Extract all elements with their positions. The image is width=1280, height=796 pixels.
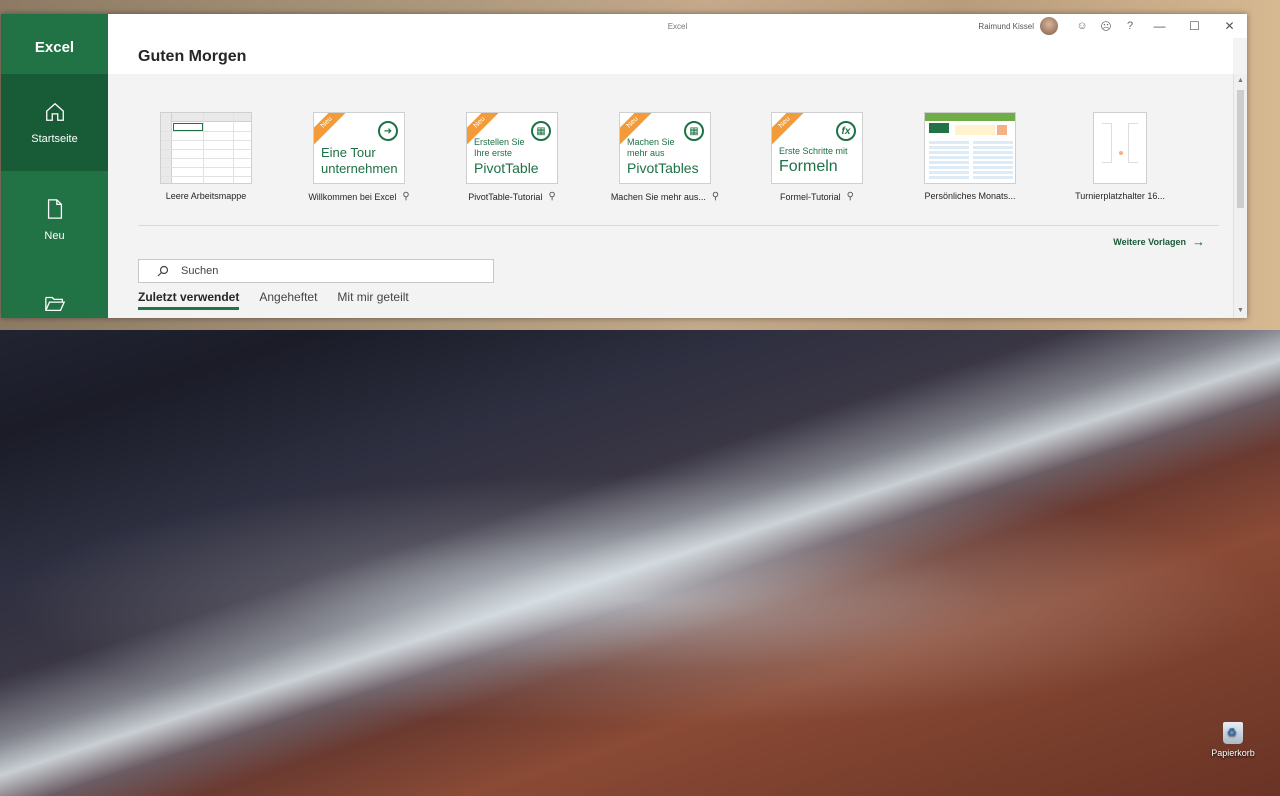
tab-shared[interactable]: Mit mir geteilt bbox=[337, 290, 408, 310]
file-tabs: Zuletzt verwendet Angeheftet Mit mir get… bbox=[138, 290, 409, 310]
close-icon[interactable]: ✕ bbox=[1212, 14, 1247, 38]
search-input[interactable]: Suchen bbox=[138, 259, 494, 283]
vertical-scrollbar[interactable]: ▲ ▼ bbox=[1233, 74, 1247, 318]
sidebar-item-label: Startseite bbox=[31, 132, 78, 145]
template-tournament-bracket[interactable]: Turnierplatzhalter 16... bbox=[1055, 112, 1185, 201]
app-name: Excel bbox=[34, 38, 75, 56]
page-title: Guten Morgen bbox=[138, 48, 247, 65]
template-thumbnail[interactable]: Neu ▦ Machen Sie mehr aus PivotTables bbox=[619, 112, 711, 184]
open-folder-icon bbox=[44, 296, 65, 311]
thumb-text: Erste Schritte mit bbox=[779, 145, 848, 156]
template-thumbnail[interactable]: Neu ➜ Eine Tour unternehmen bbox=[313, 112, 405, 184]
template-gallery: Leere Arbeitsmappe Neu ➜ Eine Tour unter… bbox=[108, 112, 1218, 212]
template-blank-workbook[interactable]: Leere Arbeitsmappe bbox=[141, 112, 271, 201]
arrow-right-icon: ➜ bbox=[378, 121, 398, 141]
user-name[interactable]: Raimund Kissel bbox=[978, 22, 1034, 31]
more-templates-link[interactable]: Weitere Vorlagen → bbox=[1113, 234, 1205, 249]
template-formula-tutorial[interactable]: Neu fx Erste Schritte mit Formeln Formel… bbox=[752, 112, 882, 202]
template-more-pivottables[interactable]: Neu ▦ Machen Sie mehr aus PivotTables Ma… bbox=[600, 112, 730, 202]
template-label: Persönliches Monats... bbox=[924, 191, 1016, 201]
excel-window: Excel Startseite Neu Excel Raimund Kisse… bbox=[1, 14, 1247, 318]
spreadsheet-grid-icon bbox=[161, 113, 251, 183]
template-thumbnail[interactable] bbox=[1093, 112, 1147, 184]
divider bbox=[138, 225, 1219, 226]
template-thumbnail[interactable] bbox=[160, 112, 252, 184]
search-placeholder: Suchen bbox=[181, 265, 219, 277]
thumb-text: Machen Sie bbox=[627, 137, 675, 147]
thumb-text: unternehmen bbox=[321, 160, 398, 176]
sidebar: Excel Startseite Neu bbox=[1, 14, 108, 318]
template-welcome[interactable]: Neu ➜ Eine Tour unternehmen Willkommen b… bbox=[294, 112, 424, 202]
sidebar-item-new[interactable]: Neu bbox=[1, 171, 108, 268]
pin-icon[interactable]: ⚲ bbox=[712, 191, 719, 202]
help-icon[interactable]: ? bbox=[1118, 14, 1142, 38]
function-icon: fx bbox=[836, 121, 856, 141]
template-label: Willkommen bei Excel bbox=[308, 191, 397, 202]
template-label: PivotTable-Tutorial bbox=[468, 191, 543, 202]
thumb-text: PivotTables bbox=[627, 159, 699, 176]
header: Guten Morgen bbox=[108, 38, 1233, 74]
recycle-bin-label: Papierkorb bbox=[1211, 748, 1255, 758]
new-badge: Neu bbox=[772, 113, 810, 148]
minimize-icon[interactable]: — bbox=[1142, 14, 1177, 38]
template-thumbnail[interactable] bbox=[924, 112, 1016, 184]
template-thumbnail[interactable]: Neu ▦ Erstellen Sie Ihre erste PivotTabl… bbox=[466, 112, 558, 184]
scrollbar-thumb[interactable] bbox=[1237, 90, 1244, 208]
tab-recent[interactable]: Zuletzt verwendet bbox=[138, 290, 240, 310]
new-file-icon bbox=[47, 198, 62, 219]
scroll-down-icon[interactable]: ▼ bbox=[1234, 304, 1247, 318]
sidebar-item-open[interactable] bbox=[1, 268, 108, 318]
arrow-right-icon: → bbox=[1192, 234, 1205, 249]
tab-pinned[interactable]: Angeheftet bbox=[259, 290, 317, 310]
sidebar-item-home[interactable]: Startseite bbox=[1, 74, 108, 171]
pin-icon[interactable]: ⚲ bbox=[548, 191, 555, 202]
maximize-icon[interactable]: ☐ bbox=[1177, 14, 1212, 38]
template-monthly-budget[interactable]: Persönliches Monats... bbox=[905, 112, 1035, 201]
title-bar: Excel Raimund Kissel ☺ ☹ ? — ☐ ✕ bbox=[108, 14, 1247, 38]
avatar[interactable] bbox=[1040, 17, 1058, 35]
template-thumbnail[interactable]: Neu fx Erste Schritte mit Formeln bbox=[771, 112, 863, 184]
template-label: Machen Sie mehr aus... bbox=[610, 191, 706, 202]
scroll-up-icon[interactable]: ▲ bbox=[1234, 74, 1247, 88]
template-label: Turnierplatzhalter 16... bbox=[1075, 191, 1165, 201]
template-pivottable-tutorial[interactable]: Neu ▦ Erstellen Sie Ihre erste PivotTabl… bbox=[447, 112, 577, 202]
thumb-text: mehr aus bbox=[627, 148, 665, 159]
thumb-text: Formeln bbox=[779, 158, 838, 175]
home-icon bbox=[45, 102, 64, 121]
smile-icon[interactable]: ☺ bbox=[1070, 14, 1094, 38]
thumb-text: Eine Tour bbox=[321, 144, 376, 160]
template-label: Leere Arbeitsmappe bbox=[165, 191, 247, 201]
pin-icon[interactable]: ⚲ bbox=[847, 191, 854, 202]
thumb-text: PivotTable bbox=[474, 159, 539, 176]
search-icon bbox=[157, 265, 169, 277]
frown-icon[interactable]: ☹ bbox=[1094, 14, 1118, 38]
thumb-text: Erstellen Sie bbox=[474, 137, 525, 147]
new-badge: Neu bbox=[314, 113, 352, 148]
pin-icon[interactable]: ⚲ bbox=[402, 191, 409, 202]
more-templates-label: Weitere Vorlagen bbox=[1113, 236, 1186, 247]
recycle-bin-icon bbox=[1223, 722, 1243, 744]
recycle-bin[interactable]: Papierkorb bbox=[1207, 722, 1259, 758]
thumb-text: Ihre erste bbox=[474, 148, 513, 159]
sidebar-item-label: Neu bbox=[44, 229, 65, 242]
main-content: Leere Arbeitsmappe Neu ➜ Eine Tour unter… bbox=[108, 74, 1233, 318]
template-label: Formel-Tutorial bbox=[779, 191, 841, 202]
